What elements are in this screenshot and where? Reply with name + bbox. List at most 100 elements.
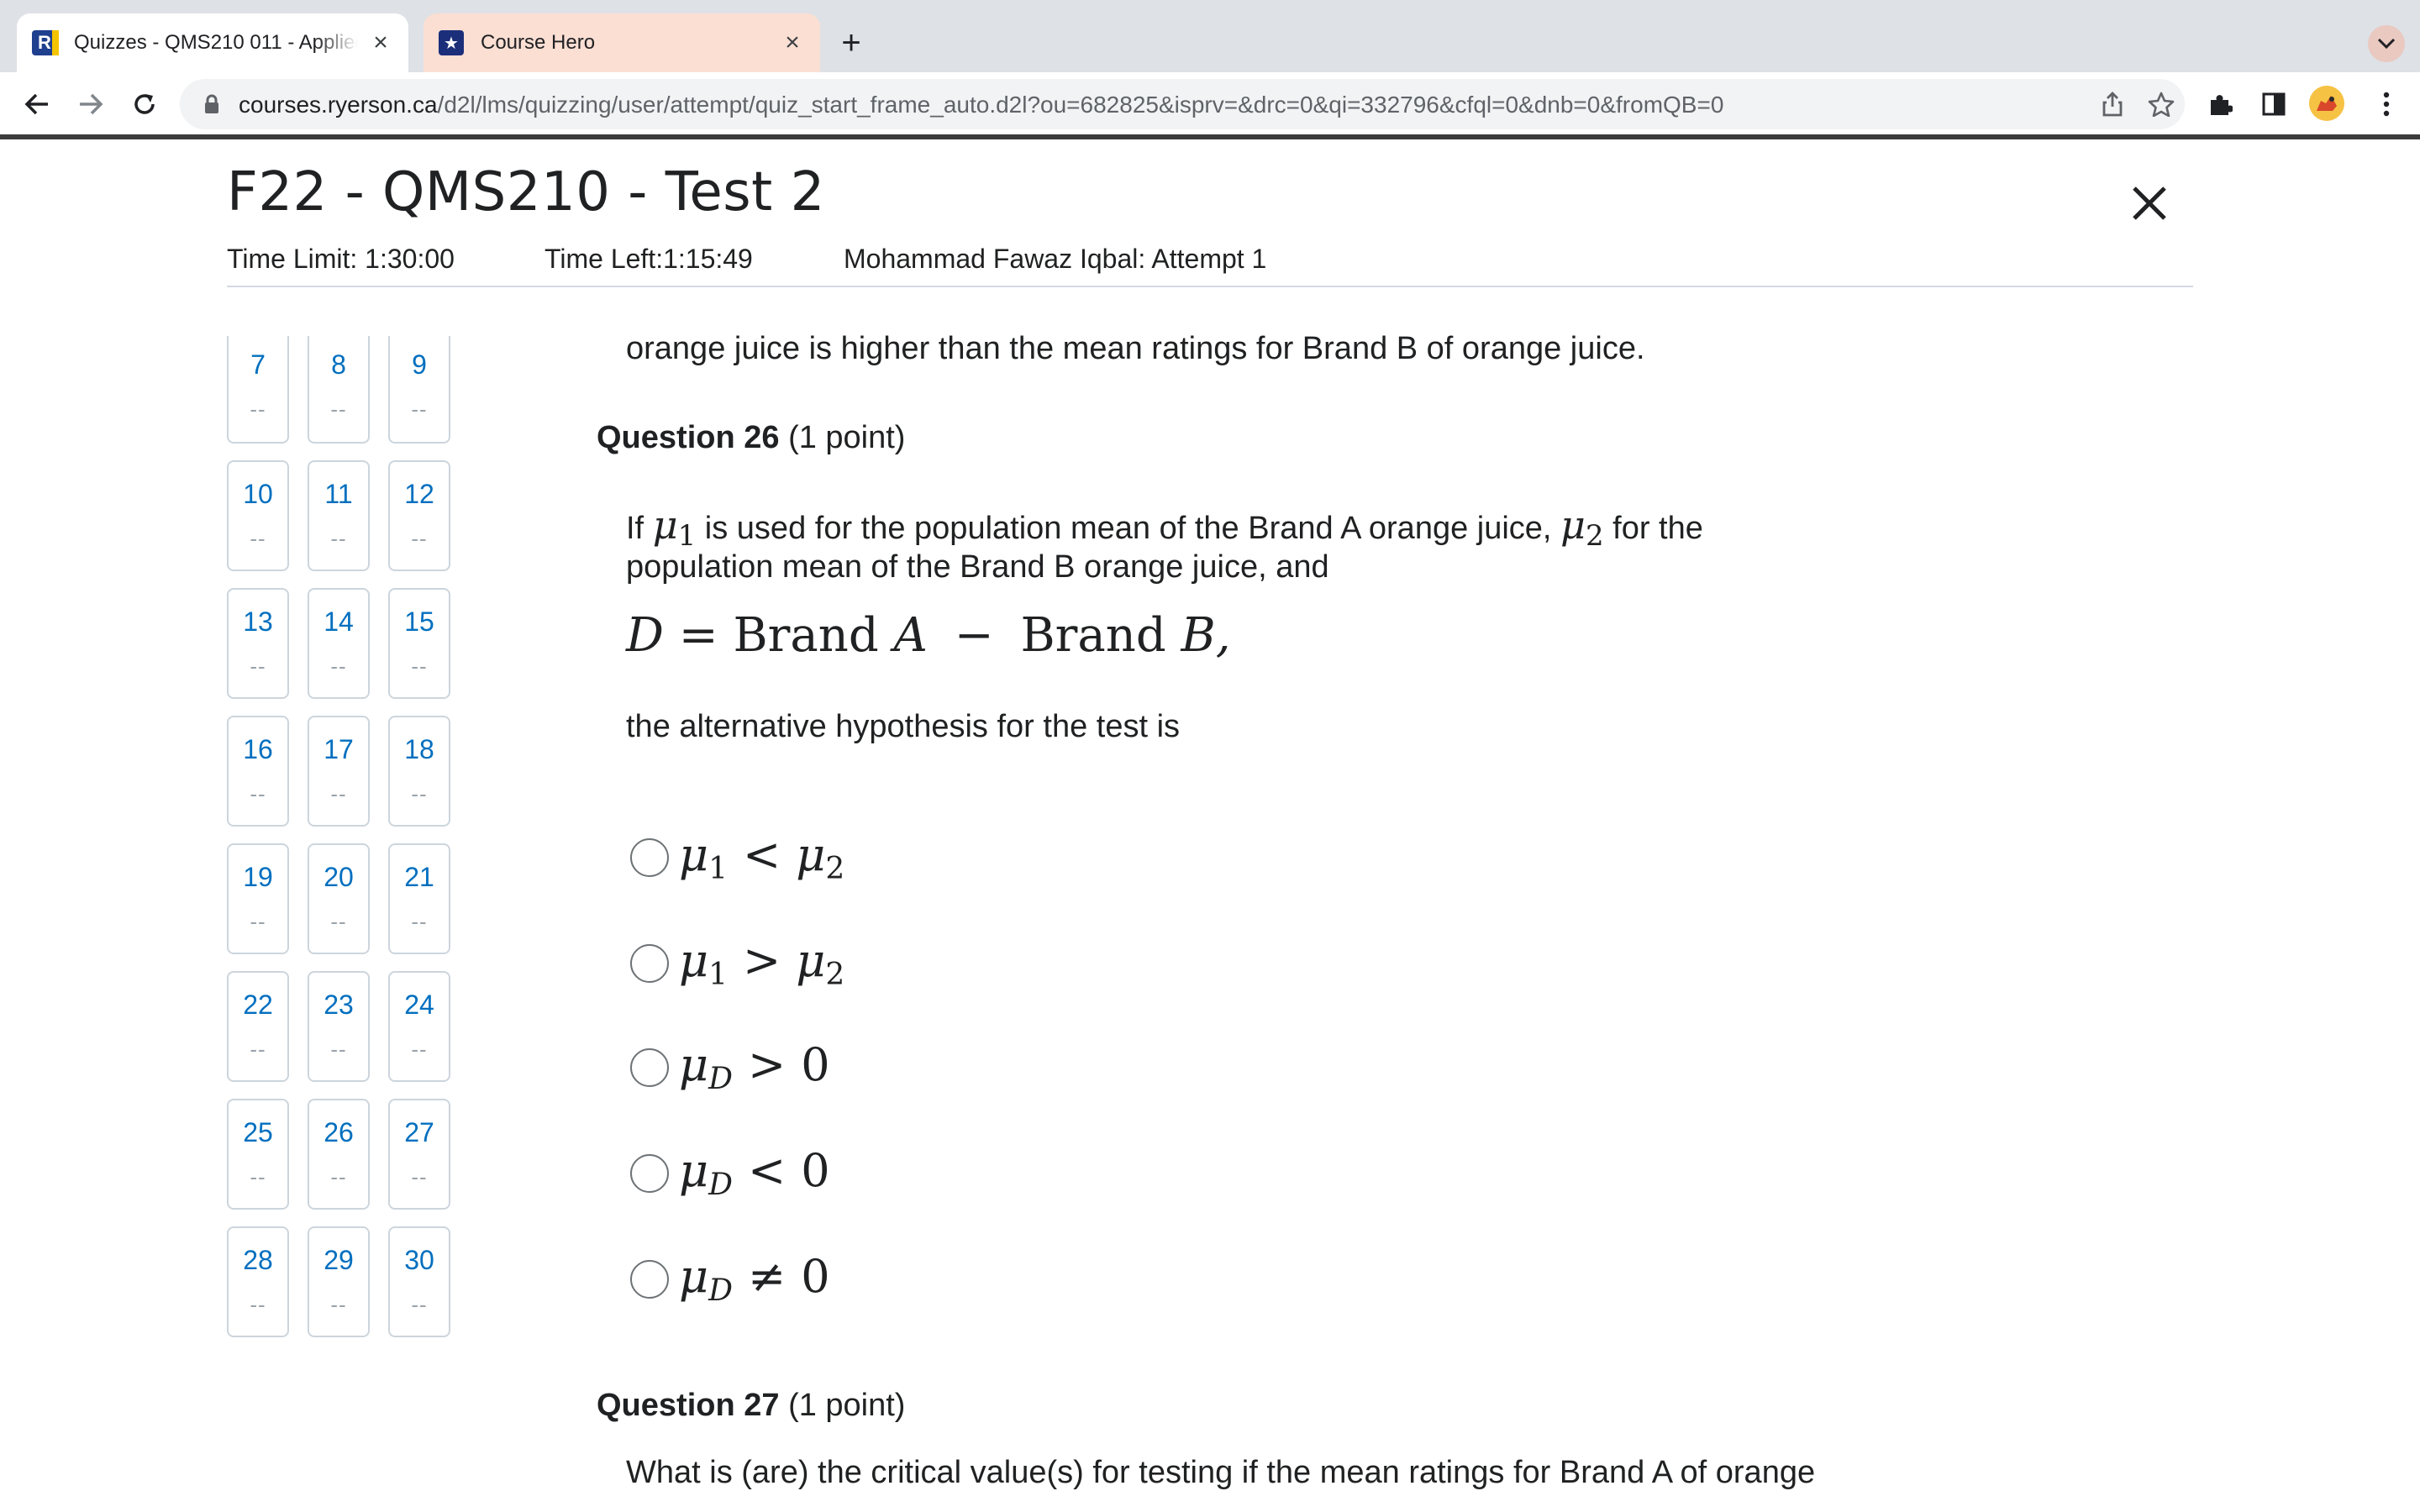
question-26-heading: Question 26 (1 point) (597, 420, 905, 456)
close-tab-icon[interactable]: × (368, 29, 393, 56)
question-nav-number: 11 (324, 479, 353, 509)
question-nav-number: 10 (243, 479, 273, 509)
question-nav-button[interactable]: 21 -- (388, 843, 450, 954)
previous-question-text-tail: orange juice is higher than the mean rat… (626, 331, 1645, 366)
new-tab-plus-icon[interactable]: + (832, 24, 871, 62)
question-nav-button[interactable]: 13 -- (227, 588, 289, 699)
question-nav-button[interactable]: 16 -- (227, 716, 289, 827)
address-bar[interactable]: courses.ryerson.ca/d2l/lms/quizzing/user… (180, 79, 2185, 129)
question-nav-button[interactable]: 22 -- (227, 971, 289, 1082)
question-nav-number: 18 (404, 734, 434, 764)
back-arrow-icon[interactable] (15, 82, 59, 126)
question-nav-button[interactable]: 30 -- (388, 1226, 450, 1337)
question-nav-button[interactable]: 27 -- (388, 1099, 450, 1210)
question-nav-status: -- (330, 396, 347, 422)
attempt-info: Mohammad Fawaz Iqbal: Attempt 1 (844, 244, 1267, 274)
answer-option[interactable]: μ1 > μ2 (630, 934, 844, 992)
question-nav-number: 23 (324, 990, 354, 1020)
browser-tab-strip: R Quizzes - QMS210 011 - Applied × ★ Cou… (0, 0, 2420, 72)
question-nav-button[interactable]: 23 -- (308, 971, 370, 1082)
tab-course-hero[interactable]: ★ Course Hero × (424, 13, 820, 72)
side-panel-icon[interactable] (2259, 89, 2289, 119)
question-nav-button[interactable]: 9 -- (388, 336, 450, 444)
reload-icon[interactable] (123, 82, 166, 126)
extensions-puzzle-icon[interactable] (2205, 89, 2235, 119)
question-nav-number: 21 (404, 862, 434, 892)
question-nav-number: 24 (404, 990, 434, 1020)
radio-button[interactable] (630, 1047, 669, 1087)
question-nav-button[interactable]: 29 -- (308, 1226, 370, 1337)
question-nav-button[interactable]: 24 -- (388, 971, 450, 1082)
tab-search-chevron-icon[interactable] (2368, 25, 2405, 62)
question-nav-number: 15 (404, 606, 434, 637)
question-nav-status: -- (411, 909, 428, 934)
question-nav-number: 28 (243, 1245, 273, 1275)
radio-button[interactable] (630, 943, 669, 983)
question-nav-button[interactable]: 10 -- (227, 460, 289, 571)
question-nav-button[interactable]: 11 -- (308, 460, 370, 571)
question-nav-button[interactable]: 28 -- (227, 1226, 289, 1337)
time-left: Time Left:1:15:49 (544, 244, 753, 274)
question-nav-status: -- (411, 396, 428, 422)
url-text[interactable]: courses.ryerson.ca/d2l/lms/quizzing/user… (239, 92, 1723, 118)
question-nav-number: 27 (404, 1117, 434, 1147)
question-nav-number: 7 (250, 349, 266, 380)
radio-button[interactable] (630, 1153, 669, 1193)
radio-button[interactable] (630, 1259, 669, 1299)
answer-option-label[interactable]: μD ≠ 0 (679, 1250, 830, 1308)
question-nav-button[interactable]: 18 -- (388, 716, 450, 827)
question-nav-button[interactable]: 19 -- (227, 843, 289, 954)
question-nav-status: -- (330, 909, 347, 934)
answer-option-label[interactable]: μD <0 (679, 1144, 830, 1202)
question-nav-number: 22 (243, 990, 273, 1020)
question-nav-button[interactable]: 17 -- (308, 716, 370, 827)
forward-arrow-icon[interactable] (69, 82, 113, 126)
question-nav-button[interactable]: 12 -- (388, 460, 450, 571)
answer-option[interactable]: μD <0 (630, 1144, 830, 1202)
bookmark-star-icon[interactable] (2146, 89, 2176, 119)
answer-option-label[interactable]: μ1 > μ2 (679, 934, 844, 992)
answer-option-label[interactable]: μ1 < μ2 (679, 828, 844, 886)
lock-icon[interactable] (203, 94, 220, 118)
answer-option-label[interactable]: μD >0 (679, 1038, 830, 1096)
tab-title: Quizzes - QMS210 011 - Applied (74, 31, 358, 54)
question-nav-button[interactable]: 26 -- (308, 1099, 370, 1210)
question-nav-button[interactable]: 20 -- (308, 843, 370, 954)
time-limit: Time Limit: 1:30:00 (227, 244, 455, 274)
share-icon[interactable] (2097, 89, 2128, 119)
question-27-heading: Question 27 (1 point) (597, 1388, 905, 1424)
question-nav-number: 26 (324, 1117, 354, 1147)
question-nav-status: -- (411, 654, 428, 679)
question-nav-status: -- (411, 781, 428, 806)
question-nav-status: -- (250, 1164, 266, 1189)
question-points: (1 point) (788, 1388, 906, 1423)
question-nav-button[interactable]: 25 -- (227, 1099, 289, 1210)
browser-menu-kebab-icon[interactable] (2371, 89, 2402, 119)
answer-option[interactable]: μ1 < μ2 (630, 828, 844, 886)
radio-button[interactable] (630, 837, 669, 877)
question-navigation-grid: 7 -- 8 -- 9 -- 10 -- 11 -- 12 -- 13 -- 14 -- 15 -- 16 -- 17 -… (227, 336, 454, 1512)
question-nav-number: 17 (324, 734, 354, 764)
course-hero-favicon-icon: ★ (439, 30, 464, 55)
question-nav-button[interactable]: 14 -- (308, 588, 370, 699)
close-quiz-icon[interactable] (2126, 180, 2173, 227)
question-nav-status: -- (330, 1037, 347, 1062)
question-nav-number: 25 (243, 1117, 273, 1147)
question-nav-status: -- (330, 781, 347, 806)
question-nav-status: -- (330, 526, 347, 551)
ryerson-favicon-icon: R (32, 30, 59, 55)
question-nav-button[interactable]: 7 -- (227, 336, 289, 444)
question-nav-status: -- (250, 654, 266, 679)
question-nav-button[interactable]: 15 -- (388, 588, 450, 699)
profile-avatar[interactable] (2309, 86, 2344, 121)
browser-toolbar: courses.ryerson.ca/d2l/lms/quizzing/user… (0, 72, 2420, 136)
answer-option[interactable]: μD >0 (630, 1038, 830, 1096)
question-nav-status: -- (250, 781, 266, 806)
question-nav-number: 8 (331, 349, 346, 380)
page-top-border (0, 134, 2420, 139)
tab-quizzes[interactable]: R Quizzes - QMS210 011 - Applied × (17, 13, 408, 72)
answer-option[interactable]: μD ≠ 0 (630, 1250, 830, 1308)
question-nav-button[interactable]: 8 -- (308, 336, 370, 444)
close-tab-icon[interactable]: × (780, 29, 805, 56)
question-nav-number: 30 (404, 1245, 434, 1275)
